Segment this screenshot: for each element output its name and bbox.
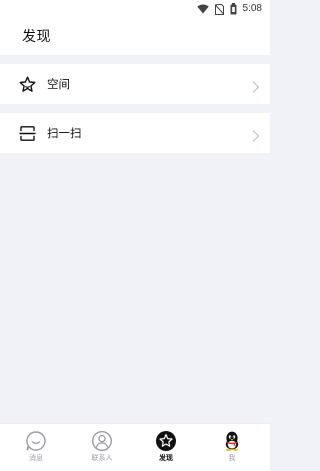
- scan-icon: [19, 125, 36, 142]
- contacts-icon: [91, 430, 113, 452]
- tab-label: 我: [228, 454, 236, 462]
- no-sim-icon: [214, 3, 224, 15]
- header: 发现: [0, 18, 270, 55]
- wifi-icon: [196, 4, 209, 14]
- tab-label: 联系人: [91, 454, 113, 462]
- star-icon: [19, 76, 36, 93]
- chevron-right-icon: [252, 127, 260, 142]
- list-item-label: 扫一扫: [47, 126, 82, 140]
- penguin-icon: [221, 430, 243, 452]
- page-title: 发现: [22, 29, 51, 45]
- status-time: 5:08: [242, 3, 262, 14]
- tab-messages[interactable]: 消息: [3, 428, 69, 468]
- chevron-right-icon: [252, 78, 260, 93]
- status-bar: 5:08: [0, 0, 270, 18]
- status-icons: 5:08: [196, 2, 262, 16]
- tab-discover[interactable]: 发现: [133, 428, 199, 468]
- discover-star-icon: [155, 430, 177, 452]
- tab-label: 消息: [29, 454, 43, 462]
- list-item-label: 空间: [47, 77, 70, 91]
- tab-label: 发现: [159, 454, 173, 462]
- battery-icon: [230, 3, 237, 15]
- messages-icon: [25, 430, 47, 452]
- tab-contacts[interactable]: 联系人: [69, 428, 135, 468]
- list-item-space[interactable]: 空间: [0, 64, 270, 104]
- bottom-tab-bar: 消息 联系人 发现 我: [0, 423, 270, 471]
- list-item-scan[interactable]: 扫一扫: [0, 113, 270, 153]
- tab-me[interactable]: 我: [199, 428, 265, 468]
